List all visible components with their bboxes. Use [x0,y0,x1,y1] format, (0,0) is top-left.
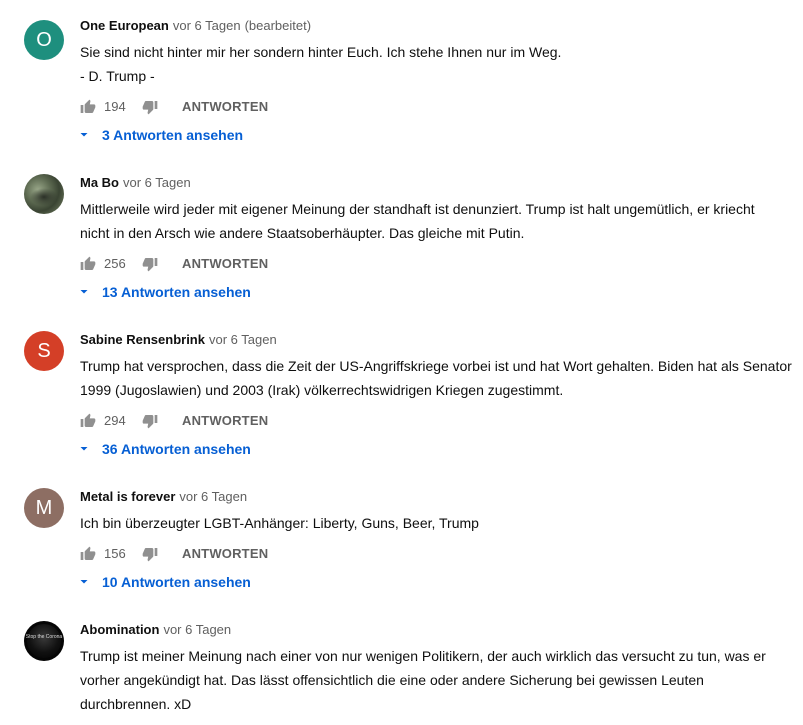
avatar[interactable]: O [24,20,64,60]
comment: M Metal is forever vor 6 Tagen Ich bin üb… [0,488,803,593]
comment-text-line: 1999 (Jugoslawien) und 2003 (Irak) völke… [80,382,564,398]
thumb-down-icon[interactable] [142,99,158,115]
thumb-up-icon[interactable] [80,256,96,272]
view-replies-label: 10 Antworten ansehen [102,574,251,590]
comment-text-line: durchbrennen. xD [80,696,192,712]
thumb-up-icon[interactable] [80,413,96,429]
comment: S Sabine Rensenbrink vor 6 Tagen Trump ha… [0,331,803,466]
chevron-down-icon [80,290,88,294]
comment-header: Metal is forever vor 6 Tagen [80,488,247,506]
comment-text-line: Ich bin überzeugter LGBT-Anhänger: Liber… [80,515,479,531]
thumb-down-icon[interactable] [142,413,158,429]
view-replies-label: 3 Antworten ansehen [102,127,244,143]
like-count: 194 [104,99,126,114]
chevron-down-icon [80,447,88,451]
reply-button[interactable]: ANTWORTEN [182,97,268,117]
edited-label: (bearbeitet) [244,18,312,33]
avatar[interactable]: S [24,331,64,371]
comment-text-line: Trump ist meiner Meinung nach einer von … [80,648,766,664]
thumb-down-icon[interactable] [142,546,158,562]
comment: Ma Bo vor 6 Tagen Mittlerweile wird jeder… [0,174,803,309]
avatar-image [27,624,61,658]
view-replies-label: 36 Antworten ansehen [102,441,251,457]
reply-button[interactable]: ANTWORTEN [182,411,268,431]
comment-header: Abomination vor 6 Tagen [80,621,231,639]
comment-text-line: nicht in den Arsch wie andere Staatsober… [80,225,525,241]
comment-text-line: Sie sind nicht hinter mir her sondern hi… [80,44,562,60]
comment-text-line: vorher angekündigt hat. Das lässt offens… [80,672,704,688]
comment-header: One European vor 6 Tagen (bearbeitet) [80,17,311,35]
comment-time[interactable]: vor 6 Tagen [123,175,191,190]
thumb-up-icon[interactable] [80,99,96,115]
avatar[interactable] [24,174,64,214]
view-replies-label: 13 Antworten ansehen [102,284,251,300]
thumb-up-icon[interactable] [80,546,96,562]
like-count: 256 [104,256,126,271]
reply-button[interactable]: ANTWORTEN [182,254,268,274]
author-name[interactable]: Abomination [80,622,159,637]
author-name[interactable]: Metal is forever [80,489,175,504]
reply-button[interactable]: ANTWORTEN [182,544,268,564]
avatar-letter: O [36,29,52,51]
comment: Stop the Corona Abomination vor 6 Tagen T… [0,621,803,725]
comment-time[interactable]: vor 6 Tagen [173,18,241,33]
comment-time[interactable]: vor 6 Tagen [179,489,247,504]
chevron-down-icon [80,133,88,137]
comment-text-line: Mittlerweile wird jeder mit eigener Mein… [80,201,755,217]
author-name[interactable]: One European [80,18,169,33]
avatar[interactable]: Stop the Corona [24,621,64,661]
comment-text: Sie sind nicht hinter mir her sondern hi… [80,40,780,88]
thumb-down-icon[interactable] [142,256,158,272]
author-name[interactable]: Sabine Rensenbrink [80,332,205,347]
avatar-letter: M [35,497,53,519]
comment-text: Ich bin überzeugter LGBT-Anhänger: Liber… [80,511,780,535]
comment-header: Ma Bo vor 6 Tagen [80,174,191,192]
like-count: 294 [104,413,126,428]
like-count: 156 [104,546,126,561]
comment-header: Sabine Rensenbrink vor 6 Tagen [80,331,277,349]
chevron-down-icon [80,580,88,584]
comment-text-line: Trump hat versprochen, dass die Zeit der… [80,358,792,374]
comment-text: Trump hat versprochen, dass die Zeit der… [80,354,792,402]
comment-text: Mittlerweile wird jeder mit eigener Mein… [80,197,780,245]
comment-time[interactable]: vor 6 Tagen [163,622,231,637]
avatar[interactable]: M [24,488,64,528]
comment-time[interactable]: vor 6 Tagen [209,332,277,347]
comment: O One European vor 6 Tagen (bearbeitet) Si… [0,17,803,152]
author-name[interactable]: Ma Bo [80,175,119,190]
comment-text-line: - D. Trump - [80,68,155,84]
comment-text: Trump ist meiner Meinung nach einer von … [80,644,780,716]
avatar-caption: Stop the Corona [25,634,63,640]
avatar-letter: S [37,340,51,362]
